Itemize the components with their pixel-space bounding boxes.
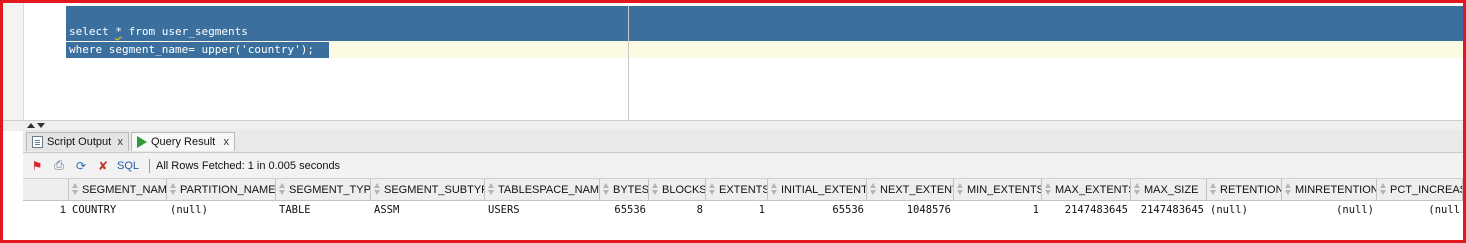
column-header[interactable]: RETENTION [1207,179,1282,200]
selection-highlight [66,6,1463,41]
column-header[interactable]: EXTENTS [706,179,768,200]
sort-icon [957,183,964,196]
sort-icon [279,183,286,196]
column-header[interactable]: MIN_EXTENTS [954,179,1042,200]
column-header[interactable]: BYTES [600,179,649,200]
column-header[interactable]: PCT_INCREASE [1377,179,1463,200]
export-icon[interactable]: ✘ [95,158,111,174]
column-header[interactable]: SEGMENT_NAME [69,179,167,200]
pin-icon[interactable]: ⚑ [29,158,45,174]
table-cell[interactable]: (null [1377,201,1463,219]
table-cell[interactable]: 1048576 [867,201,954,219]
column-header[interactable]: PARTITION_NAME [167,179,276,200]
table-cell[interactable]: (null) [1282,201,1377,219]
editor-gutter [3,3,24,120]
table-cell[interactable]: 65536 [768,201,867,219]
sort-icon [1045,183,1052,196]
column-header[interactable]: MINRETENTION [1282,179,1377,200]
tab-query-result[interactable]: Query Result x [131,132,235,151]
column-header[interactable]: SEGMENT_SUBTYPE [371,179,485,200]
sort-icon [603,183,610,196]
table-cell[interactable]: ASSM [371,201,485,219]
sort-icon [1134,183,1141,196]
table-cell[interactable]: 65536 [600,201,649,219]
warning-squiggle: * [115,25,122,38]
sort-icon [374,183,381,196]
expand-up-icon[interactable] [27,123,35,128]
refresh-icon[interactable]: ⟳ [73,158,89,174]
table-cell[interactable]: USERS [485,201,600,219]
column-header[interactable]: SEGMENT_TYPE [276,179,371,200]
sort-icon [709,183,716,196]
column-header[interactable]: TABLESPACE_NAME [485,179,600,200]
column-header[interactable]: MAX_EXTENTS [1042,179,1131,200]
result-tabbar: Script Output x Query Result x [23,130,1463,153]
sort-icon [488,183,495,196]
close-icon[interactable]: x [118,136,124,148]
column-header[interactable]: NEXT_EXTENT [867,179,954,200]
sort-icon [170,183,177,196]
code-line-1: select * from user_segments [69,25,248,38]
sql-editor[interactable]: select * from user_segments where segmen… [3,3,1463,120]
table-cell[interactable]: COUNTRY [69,201,167,219]
collapse-down-icon[interactable] [37,123,45,128]
print-icon[interactable]: ⎙ [51,158,67,174]
code-line-2: where segment_name= upper('country'); [69,43,315,56]
app-window: select * from user_segments where segmen… [0,0,1466,243]
table-row[interactable]: 1 COUNTRY (null) TABLE ASSM USERS 65536 … [23,201,1463,219]
result-grid: SEGMENT_NAME PARTITION_NAME SEGMENT_TYPE… [23,179,1463,240]
table-cell[interactable]: (null) [167,201,276,219]
editor-right-margin [628,6,629,120]
sql-button[interactable]: SQL [117,160,139,172]
sort-icon [1210,183,1217,196]
column-header[interactable]: MAX_SIZE [1131,179,1207,200]
table-cell[interactable]: TABLE [276,201,371,219]
tab-label: Query Result [151,136,216,148]
result-toolbar: ⚑ ⎙ ⟳ ✘ SQL All Rows Fetched: 1 in 0.005… [23,153,1463,179]
column-header[interactable]: INITIAL_EXTENT [768,179,867,200]
toolbar-separator [149,158,151,173]
table-cell[interactable]: 2147483645 [1042,201,1131,219]
tab-script-output[interactable]: Script Output x [26,132,129,151]
table-cell[interactable]: 1 [954,201,1042,219]
table-cell[interactable]: (null) [1207,201,1282,219]
row-number: 1 [59,204,66,216]
table-cell[interactable]: 8 [649,201,706,219]
table-cell[interactable]: 2147483645 [1131,201,1207,219]
table-cell[interactable]: 1 [706,201,768,219]
column-header[interactable]: BLOCKS [649,179,706,200]
sort-icon [72,183,79,196]
sort-icon [771,183,778,196]
run-icon [137,136,147,148]
fetch-status: All Rows Fetched: 1 in 0.005 seconds [156,159,341,172]
document-icon [32,136,43,148]
sort-icon [1380,183,1387,196]
sort-icon [1285,183,1292,196]
grid-header: SEGMENT_NAME PARTITION_NAME SEGMENT_TYPE… [23,179,1463,201]
tab-label: Script Output [47,136,112,148]
sort-icon [870,183,877,196]
close-icon[interactable]: x [224,136,230,148]
row-number-header [23,179,69,200]
sort-icon [652,183,659,196]
